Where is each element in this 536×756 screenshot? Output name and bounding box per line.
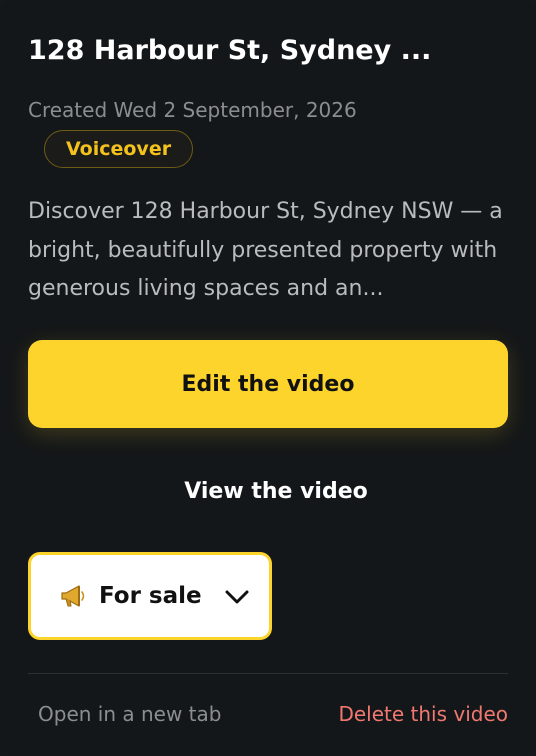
- property-description: Discover 128 Harbour St, Sydney NSW — a …: [28, 199, 503, 301]
- edit-video-button[interactable]: Edit the video: [28, 340, 508, 428]
- badge-label: Voiceover: [66, 138, 172, 160]
- status-selected-value: For sale: [99, 583, 202, 609]
- listing-status-dropdown[interactable]: For sale: [28, 552, 272, 640]
- view-video-link[interactable]: View the video: [28, 472, 524, 510]
- chevron-down-icon: [224, 583, 250, 609]
- created-date: Created Wed 2 September, 2026: [28, 98, 357, 122]
- footer-divider: [28, 673, 508, 674]
- megaphone-icon: [59, 583, 89, 609]
- video-card: 128 Harbour St, Sydney ... Created Wed 2…: [0, 0, 536, 756]
- property-title: 128 Harbour St, Sydney ...: [28, 35, 432, 66]
- voiceover-badge: Voiceover: [44, 130, 194, 168]
- delete-video-link[interactable]: Delete this video: [338, 700, 508, 728]
- open-new-tab-link[interactable]: Open in a new tab: [38, 700, 221, 728]
